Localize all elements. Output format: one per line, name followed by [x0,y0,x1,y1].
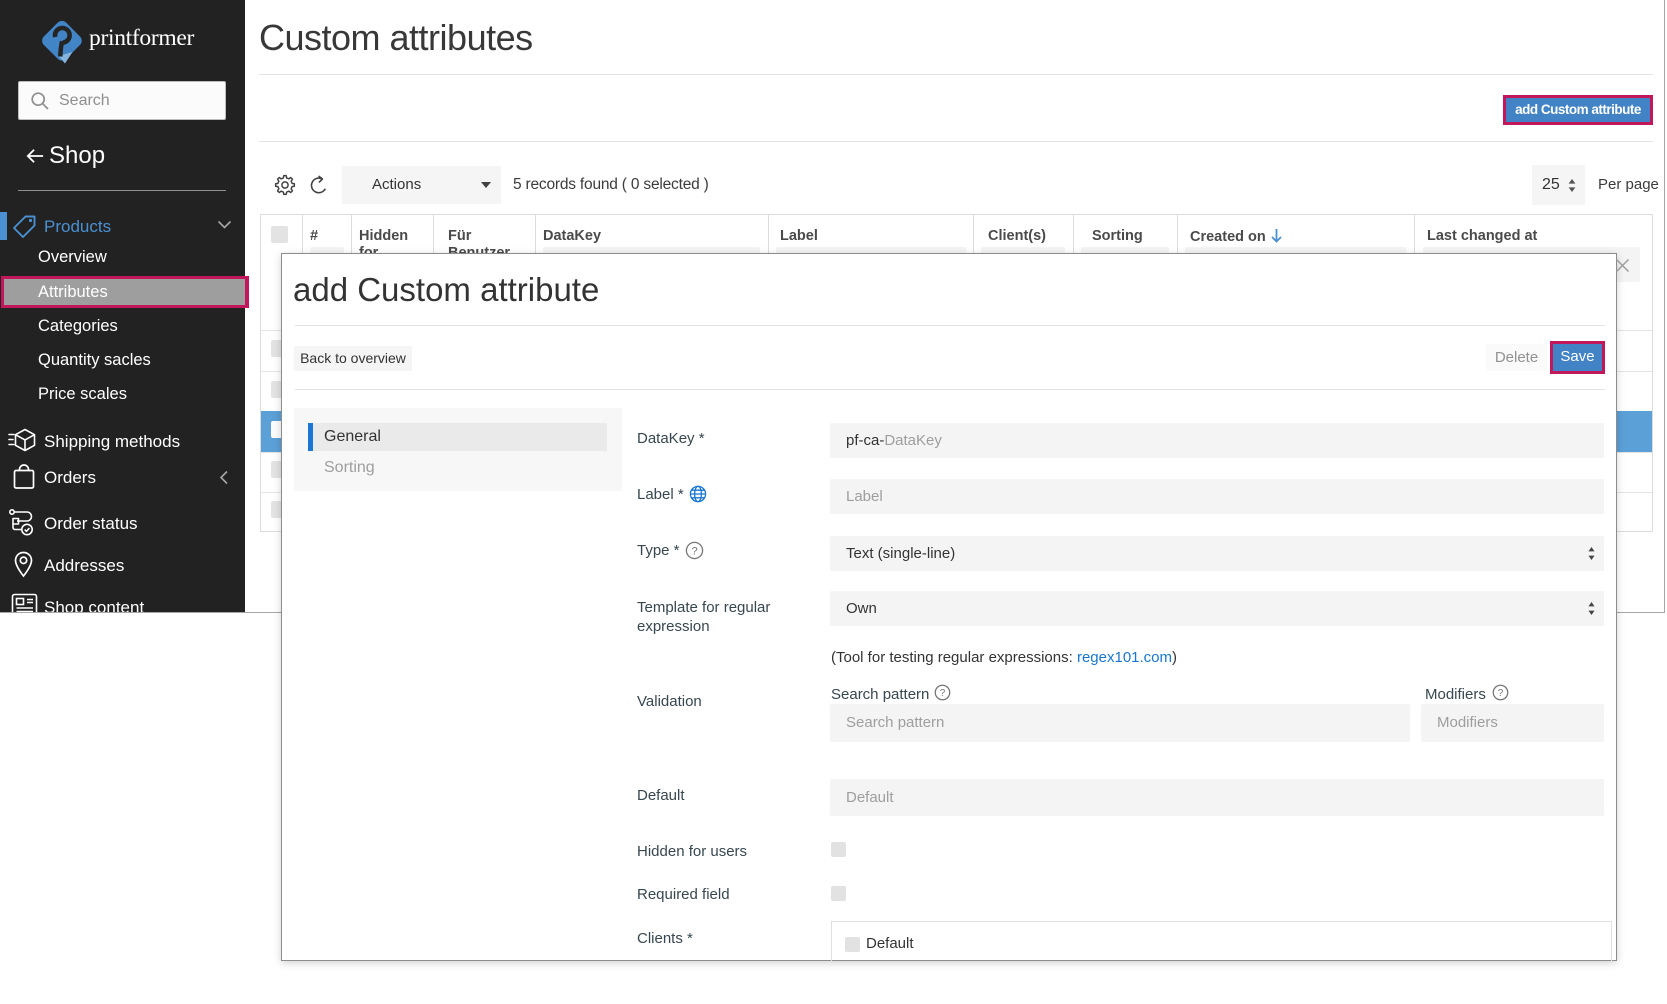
svg-text:?: ? [940,688,946,699]
svg-text:?: ? [1498,688,1504,699]
svg-text:?: ? [691,546,697,558]
